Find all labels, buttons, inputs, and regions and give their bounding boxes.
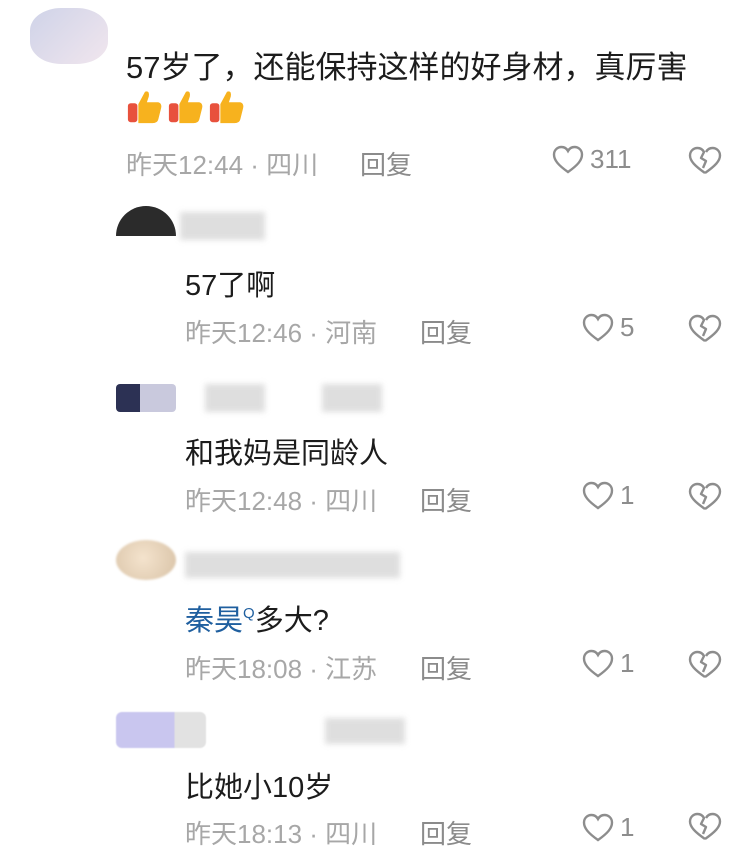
like-button[interactable]: 5 bbox=[582, 312, 634, 343]
like-button[interactable]: 1 bbox=[582, 480, 634, 511]
heart-icon bbox=[582, 649, 614, 677]
comment-text: 57岁了，还能保持这样的好身材，真厉害 bbox=[126, 50, 688, 85]
heart-icon bbox=[552, 145, 584, 173]
heart-icon bbox=[582, 313, 614, 341]
like-count: 1 bbox=[620, 480, 635, 510]
like-count: 5 bbox=[620, 312, 635, 342]
avatar[interactable] bbox=[30, 8, 108, 64]
comment-text: 57了啊 bbox=[185, 270, 276, 302]
comment-meta: 昨天12:48 · 四川 bbox=[185, 486, 378, 516]
comment-text: 比她小10岁 bbox=[185, 772, 334, 804]
comment-body: 多大? bbox=[254, 605, 329, 637]
comment-meta: 昨天12:44 · 四川 bbox=[126, 150, 319, 180]
heart-icon bbox=[582, 481, 614, 509]
reply-button[interactable]: 回复 bbox=[420, 313, 472, 350]
thumbs-up-emoji-icon bbox=[127, 91, 162, 124]
avatar[interactable] bbox=[116, 384, 176, 412]
emoji-row bbox=[126, 88, 246, 126]
username-redacted bbox=[322, 384, 382, 412]
reply-button[interactable]: 回复 bbox=[420, 814, 472, 851]
thumbs-up-emoji-icon bbox=[209, 91, 244, 124]
username-redacted bbox=[185, 552, 400, 578]
comment-meta: 昨天18:08 · 江苏 bbox=[185, 654, 378, 684]
comment-meta: 昨天12:46 · 河南 bbox=[185, 318, 378, 348]
broken-heart-icon[interactable] bbox=[688, 146, 722, 176]
broken-heart-icon[interactable] bbox=[688, 314, 722, 344]
avatar[interactable] bbox=[116, 206, 176, 236]
comment-meta: 昨天18:13 · 四川 bbox=[185, 819, 378, 849]
reply-button[interactable]: 回复 bbox=[420, 649, 472, 686]
mention-link[interactable]: 秦昊 bbox=[185, 605, 243, 637]
username-redacted bbox=[325, 718, 405, 744]
like-count: 1 bbox=[620, 648, 635, 678]
broken-heart-icon[interactable] bbox=[688, 812, 722, 842]
comment-text: 和我妈是同龄人 bbox=[185, 438, 389, 470]
like-button[interactable]: 311 bbox=[552, 144, 631, 175]
username-redacted bbox=[205, 384, 265, 412]
comment-text: 秦昊Q多大? bbox=[185, 597, 329, 639]
like-button[interactable]: 1 bbox=[582, 812, 634, 843]
broken-heart-icon[interactable] bbox=[688, 650, 722, 680]
avatar[interactable] bbox=[116, 712, 206, 748]
heart-icon bbox=[582, 813, 614, 841]
broken-heart-icon[interactable] bbox=[688, 482, 722, 512]
username-redacted bbox=[180, 212, 265, 240]
like-count: 1 bbox=[620, 812, 635, 842]
like-count: 311 bbox=[590, 144, 632, 174]
like-button[interactable]: 1 bbox=[582, 648, 634, 679]
mention-badge: Q bbox=[243, 605, 255, 622]
thumbs-up-emoji-icon bbox=[168, 91, 203, 124]
avatar[interactable] bbox=[116, 540, 176, 580]
reply-button[interactable]: 回复 bbox=[420, 481, 472, 518]
reply-button[interactable]: 回复 bbox=[360, 145, 412, 182]
